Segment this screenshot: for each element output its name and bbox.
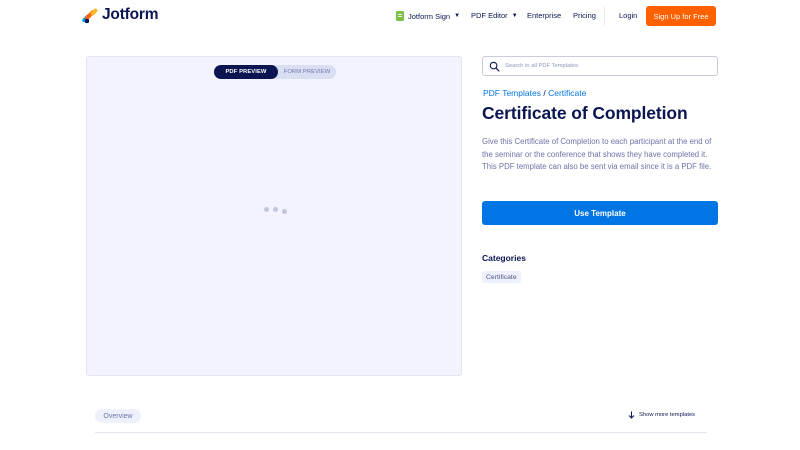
login-label: Login	[619, 11, 638, 20]
nav-pricing[interactable]: Pricing	[573, 11, 596, 20]
breadcrumb-separator: /	[543, 88, 546, 98]
categories-heading: Categories	[482, 253, 526, 263]
nav-enterprise-label: Enterprise	[527, 11, 562, 20]
breadcrumb-link-certificate[interactable]: Certificate	[548, 88, 586, 98]
tab-form-preview[interactable]: FORM PREVIEW	[278, 65, 336, 79]
jotform-logo[interactable]: Jotform	[81, 6, 159, 24]
use-template-button[interactable]: Use Template	[482, 201, 718, 225]
breadcrumb-link-pdf-templates[interactable]: PDF Templates	[483, 88, 541, 98]
nav-pricing-label: Pricing	[573, 11, 596, 20]
top-header: Jotform Jotform Sign ▼ PDF Editor ▼ Ente…	[0, 0, 800, 32]
loading-spinner-icon	[264, 207, 288, 215]
chevron-down-icon: ▼	[511, 12, 518, 19]
sign-document-icon	[396, 11, 404, 21]
login-link[interactable]: Login	[619, 11, 637, 20]
arrow-down-icon	[628, 411, 635, 419]
breadcrumb: PDF Templates / Certificate	[483, 88, 586, 98]
tab-pdf-preview[interactable]: PDF PREVIEW	[214, 65, 278, 79]
signup-button[interactable]: Sign Up for Free	[646, 6, 716, 26]
nav-pdf-editor-label: PDF Editor	[471, 11, 508, 20]
show-more-templates-link[interactable]: Show more templates	[628, 411, 695, 419]
template-description: Give this Certificate of Completion to e…	[482, 137, 712, 171]
tab-overview[interactable]: Overview	[95, 409, 141, 423]
search-icon	[489, 61, 500, 72]
nav-divider	[604, 7, 605, 25]
nav-enterprise[interactable]: Enterprise	[527, 11, 561, 20]
nav-jotform-sign[interactable]: Jotform Sign ▼	[396, 11, 460, 21]
nav-jotform-sign-label: Jotform Sign	[408, 11, 451, 21]
section-divider	[95, 432, 707, 433]
logo-mark-icon	[81, 7, 99, 23]
page-title: Certificate of Completion	[482, 103, 688, 123]
show-more-label: Show more templates	[639, 412, 696, 418]
template-preview-panel: PDF PREVIEW FORM PREVIEW	[86, 56, 462, 376]
category-tag-certificate[interactable]: Certificate	[482, 271, 521, 283]
chevron-down-icon: ▼	[454, 13, 461, 19]
template-search-input[interactable]: Search in all PDF Templates	[482, 56, 718, 76]
logo-text: Jotform	[102, 6, 159, 23]
preview-toggle: PDF PREVIEW FORM PREVIEW	[214, 65, 336, 79]
search-placeholder: Search in all PDF Templates	[505, 63, 579, 69]
nav-pdf-editor[interactable]: PDF Editor ▼	[471, 11, 518, 20]
